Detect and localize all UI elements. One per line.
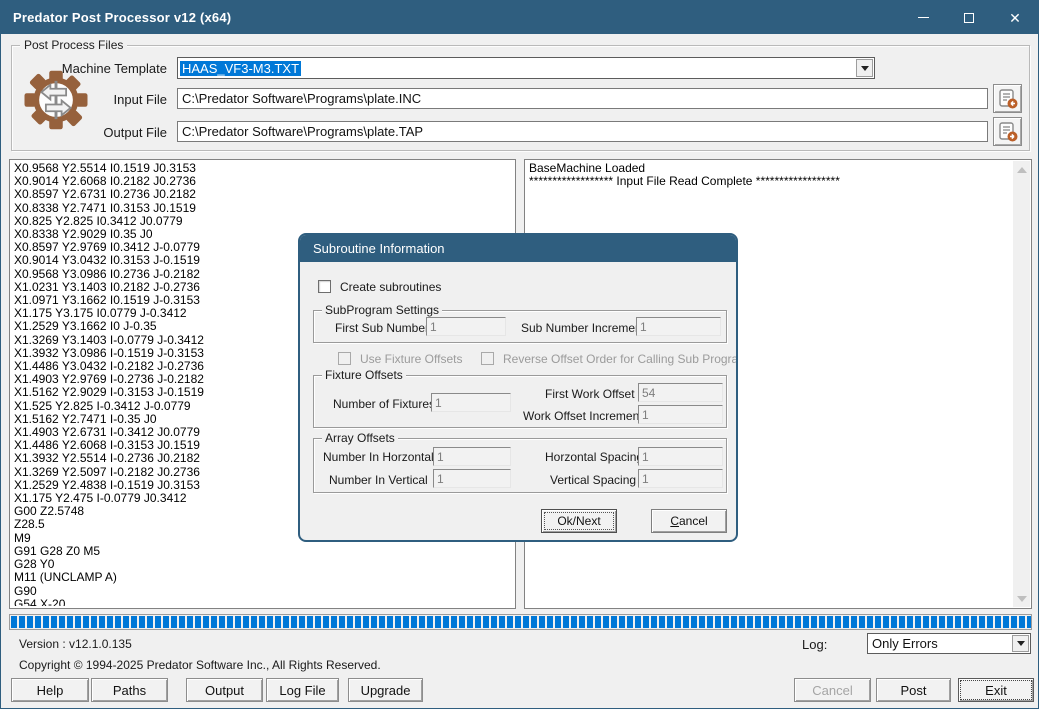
paths-button[interactable]: Paths — [91, 678, 168, 702]
subprogram-settings-group-label: SubProgram Settings — [322, 303, 442, 317]
first-sub-number-value: 1 — [430, 320, 437, 334]
help-button[interactable]: Help — [11, 678, 89, 702]
output-file-label: Output File — [1, 125, 167, 140]
chevron-down-icon — [1017, 641, 1025, 646]
number-in-horzontal-field[interactable]: 1 — [433, 447, 511, 466]
work-offset-increment-label: Work Offset Increment — [523, 409, 643, 423]
log-file-button[interactable]: Log File — [266, 678, 339, 702]
horzontal-spacing-label: Horzontal Spacing — [545, 450, 643, 464]
machine-template-dropdown-button[interactable] — [856, 59, 873, 77]
number-of-fixtures-value: 1 — [435, 396, 442, 410]
exit-button-label: Exit — [985, 683, 1007, 698]
copyright-text: Copyright © 1994-2025 Predator Software … — [19, 658, 381, 672]
upgrade-button[interactable]: Upgrade — [348, 678, 423, 702]
create-subroutines-checkbox[interactable] — [318, 280, 331, 293]
sub-number-increment-field[interactable]: 1 — [636, 317, 721, 336]
scroll-up-icon — [1017, 167, 1027, 173]
progress-bar — [9, 614, 1032, 630]
vertical-spacing-label: Vertical Spacing — [550, 473, 636, 487]
minimize-button[interactable] — [900, 1, 946, 34]
sub-number-increment-value: 1 — [640, 320, 647, 334]
create-subroutines-label: Create subroutines — [340, 280, 441, 294]
ok-next-button-label: Ok/Next — [557, 514, 600, 528]
output-button-label: Output — [205, 683, 244, 698]
log-file-button-label: Log File — [279, 683, 325, 698]
close-icon: ✕ — [1009, 11, 1021, 25]
reverse-offset-order-label: Reverse Offset Order for Calling Sub Pro… — [503, 352, 738, 366]
log-level-combobox[interactable]: Only Errors — [867, 633, 1031, 654]
version-text: Version : v12.1.0.135 — [19, 637, 132, 651]
fixture-offsets-group-label: Fixture Offsets — [322, 368, 406, 382]
log-level-dropdown-button[interactable] — [1012, 635, 1029, 652]
output-button[interactable]: Output — [186, 678, 263, 702]
number-of-fixtures-label: Number of Fixtures — [333, 397, 435, 411]
app-window: Predator Post Processor v12 (x64) ✕ Post… — [0, 0, 1039, 709]
scroll-down-icon — [1017, 596, 1027, 602]
dialog-cancel-button-label: Cancel — [670, 514, 707, 528]
ok-next-button[interactable]: Ok/Next — [541, 509, 617, 533]
input-file-label: Input File — [1, 92, 167, 107]
sub-number-increment-label: Sub Number Increment — [521, 321, 645, 335]
input-file-value: C:\Predator Software\Programs\plate.INC — [182, 91, 421, 106]
dialog-title: Subroutine Information — [313, 241, 445, 256]
number-in-vertical-label: Number In Vertical — [329, 473, 428, 487]
number-in-vertical-field[interactable]: 1 — [433, 469, 511, 488]
horzontal-spacing-field[interactable]: 1 — [638, 447, 723, 466]
chevron-down-icon — [861, 66, 869, 71]
title-bar: Predator Post Processor v12 (x64) ✕ — [1, 1, 1038, 34]
cancel-button-label: Cancel — [812, 683, 852, 698]
minimize-icon — [918, 17, 929, 18]
document-import-icon — [997, 88, 1019, 110]
number-of-fixtures-field[interactable]: 1 — [431, 393, 511, 412]
scroll-up-button[interactable] — [1013, 161, 1030, 178]
dialog-title-bar: Subroutine Information — [300, 235, 736, 262]
log-label: Log: — [802, 637, 827, 652]
use-fixture-offsets-label: Use Fixture Offsets — [360, 352, 462, 366]
progress-bar-fill — [11, 616, 1032, 628]
work-offset-increment-field[interactable]: 1 — [638, 405, 723, 424]
number-in-vertical-value: 1 — [437, 472, 444, 486]
work-offset-increment-value: 1 — [642, 408, 649, 422]
first-work-offset-field[interactable]: 54 — [638, 383, 723, 402]
maximize-icon — [964, 13, 974, 23]
scroll-down-button[interactable] — [1013, 590, 1030, 607]
help-button-label: Help — [37, 683, 64, 698]
post-button[interactable]: Post — [876, 678, 951, 702]
number-in-horzontal-value: 1 — [437, 450, 444, 464]
cancel-button[interactable]: Cancel — [794, 678, 871, 702]
output-file-value: C:\Predator Software\Programs\plate.TAP — [182, 124, 423, 139]
subroutine-information-dialog: Subroutine Information Create subroutine… — [298, 233, 738, 542]
log-panel-scrollbar[interactable] — [1013, 161, 1030, 607]
first-sub-number-label: First Sub Number — [335, 321, 429, 335]
output-file-field[interactable]: C:\Predator Software\Programs\plate.TAP — [177, 121, 988, 142]
number-in-horzontal-label: Number In Horzontal — [323, 450, 434, 464]
exit-button[interactable]: Exit — [958, 678, 1034, 702]
input-file-field[interactable]: C:\Predator Software\Programs\plate.INC — [177, 88, 988, 109]
upgrade-button-label: Upgrade — [361, 683, 411, 698]
vertical-spacing-field[interactable]: 1 — [638, 469, 723, 488]
machine-template-label: Machine Template — [1, 61, 167, 76]
document-export-icon — [997, 121, 1019, 143]
post-button-label: Post — [900, 683, 926, 698]
close-button[interactable]: ✕ — [992, 1, 1038, 34]
window-title: Predator Post Processor v12 (x64) — [1, 10, 231, 25]
horzontal-spacing-value: 1 — [642, 450, 649, 464]
machine-template-value: HAAS_VF3-M3.TXT — [180, 61, 301, 76]
dialog-cancel-button[interactable]: Cancel — [651, 509, 727, 533]
first-work-offset-value: 54 — [642, 386, 655, 400]
input-file-browse-button[interactable] — [993, 84, 1022, 113]
output-file-browse-button[interactable] — [993, 117, 1022, 146]
vertical-spacing-value: 1 — [642, 472, 649, 486]
maximize-button[interactable] — [946, 1, 992, 34]
array-offsets-group-label: Array Offsets — [322, 431, 398, 445]
paths-button-label: Paths — [113, 683, 146, 698]
reverse-offset-order-checkbox[interactable] — [481, 352, 494, 365]
machine-template-combobox[interactable]: HAAS_VF3-M3.TXT — [177, 57, 875, 79]
first-work-offset-label: First Work Offset — [545, 387, 635, 401]
first-sub-number-field[interactable]: 1 — [426, 317, 506, 336]
log-level-value: Only Errors — [868, 636, 938, 651]
use-fixture-offsets-checkbox[interactable] — [338, 352, 351, 365]
post-process-files-group-label: Post Process Files — [20, 38, 127, 52]
